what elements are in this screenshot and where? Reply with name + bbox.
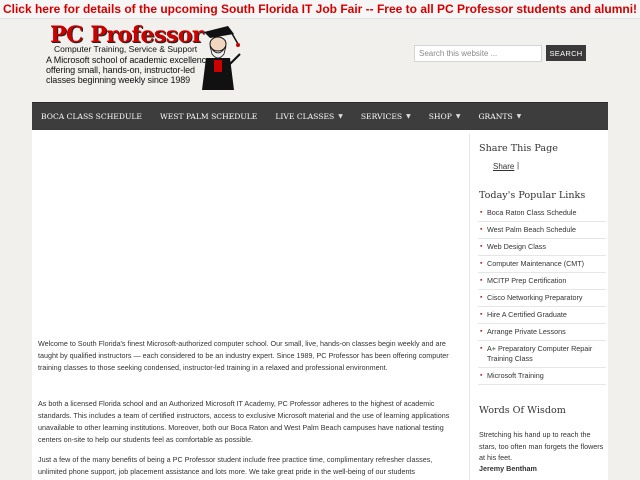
bullet-icon: ▪: [480, 209, 483, 216]
nav-item-west-palm-schedule[interactable]: WEST PALM SCHEDULE: [151, 103, 266, 131]
popular-link-label: Microsoft Training: [487, 371, 544, 380]
quote-author: Jeremy Bentham: [479, 464, 537, 473]
nav-item-services[interactable]: SERVICES ▼: [352, 103, 420, 131]
nav-item-label: GRANTS: [478, 111, 513, 121]
nav-item-live-classes[interactable]: LIVE CLASSES ▼: [266, 103, 351, 131]
wisdom-quote: Stretching his hand up to reach the star…: [479, 430, 604, 462]
bullet-icon: ▪: [480, 372, 483, 379]
job-fair-link[interactable]: Click here for details of the upcoming S…: [3, 2, 637, 16]
main-content: Welcome to South Florida's finest Micros…: [32, 134, 462, 480]
share-widget-title: Share This Page: [479, 143, 558, 154]
bullet-icon: ▪: [480, 294, 483, 301]
list-item[interactable]: ▪ A+ Preparatory Computer Repair Training…: [478, 341, 606, 368]
list-item[interactable]: ▪ Cisco Networking Preparatory: [478, 290, 606, 307]
popular-link-label: Cisco Networking Preparatory: [487, 293, 583, 302]
popular-link-label: Arrange Private Lessons: [487, 327, 566, 336]
nav-item-label: SHOP: [428, 111, 452, 121]
popular-link-label: Computer Maintenance (CMT): [487, 259, 585, 268]
caret-down-icon: ▼: [406, 112, 411, 120]
nav-item-label: SERVICES: [360, 111, 403, 121]
list-item[interactable]: ▪ Computer Maintenance (CMT): [478, 256, 606, 273]
logo-subtitle: Computer Training, Service & Support: [54, 44, 198, 54]
list-item[interactable]: ▪ MCITP Prep Certification: [478, 273, 606, 290]
sidebar: Share This Page Share | Today's Popular …: [474, 134, 608, 480]
nav-item-label: WEST PALM SCHEDULE: [159, 111, 258, 121]
nav-item-grants[interactable]: GRANTS ▼: [469, 103, 530, 131]
benefits-paragraph: Just a few of the many benefits of being…: [38, 455, 433, 476]
bullet-icon: ▪: [480, 345, 483, 352]
list-item[interactable]: ▪ Boca Raton Class Schedule: [478, 205, 606, 222]
nav-item-label: LIVE CLASSES: [275, 111, 335, 121]
list-item[interactable]: ▪ Hire A Certified Graduate: [478, 307, 606, 324]
bullet-icon: ▪: [480, 277, 483, 284]
bullet-icon: ▪: [480, 260, 483, 267]
popular-link-label: MCITP Prep Certification: [487, 276, 567, 285]
academy-paragraph: As both a licensed Florida school and an…: [38, 399, 450, 444]
search-button[interactable]: SEARCH: [546, 45, 586, 61]
popular-links-list: ▪ Boca Raton Class Schedule ▪ West Palm Be…: [478, 205, 606, 385]
caret-down-icon: ▼: [338, 112, 343, 120]
column-divider: [469, 134, 470, 480]
bullet-icon: ▪: [480, 243, 483, 250]
list-item[interactable]: ▪ Web Design Class: [478, 239, 606, 256]
popular-link-label: A+ Preparatory Computer Repair Training …: [487, 344, 593, 363]
share-separator: |: [517, 161, 520, 170]
list-item[interactable]: ▪ Arrange Private Lessons: [478, 324, 606, 341]
logo-tagline-line: A Microsoft school of academic excellenc…: [46, 55, 211, 65]
list-item[interactable]: ▪ Microsoft Training: [478, 368, 606, 385]
top-announcement-banner: Click here for details of the upcoming S…: [0, 0, 640, 19]
nav-item-shop[interactable]: SHOP ▼: [420, 103, 470, 131]
popular-link-label: Web Design Class: [487, 242, 546, 251]
popular-link-label: Hire A Certified Graduate: [487, 310, 567, 319]
caret-down-icon: ▼: [455, 112, 461, 120]
list-item[interactable]: ▪ West Palm Beach Schedule: [478, 222, 606, 239]
search-input[interactable]: [414, 45, 542, 62]
popular-link-label: West Palm Beach Schedule: [487, 225, 576, 234]
caret-down-icon: ▼: [516, 112, 522, 120]
share-link[interactable]: Share: [493, 162, 514, 171]
nav-item-boca-class-schedule[interactable]: BOCA CLASS SCHEDULE: [32, 103, 151, 131]
logo-tagline-line: offering small, hands-on, instructor-led: [46, 65, 195, 75]
bullet-icon: ▪: [480, 311, 483, 318]
popular-links-title: Today's Popular Links: [479, 190, 586, 201]
bullet-icon: ▪: [480, 328, 483, 335]
intro-paragraph: Welcome to South Florida's finest Micros…: [38, 339, 449, 372]
bullet-icon: ▪: [480, 226, 483, 233]
popular-link-label: Boca Raton Class Schedule: [487, 208, 577, 217]
logo-tagline-line: classes beginning weekly since 1989: [46, 75, 191, 85]
main-navigation: BOCA CLASS SCHEDULE WEST PALM SCHEDULE L…: [32, 102, 608, 130]
professor-mascot-icon: [202, 26, 241, 90]
nav-item-label: BOCA CLASS SCHEDULE: [41, 111, 142, 121]
wisdom-widget-title: Words Of Wisdom: [479, 405, 566, 416]
